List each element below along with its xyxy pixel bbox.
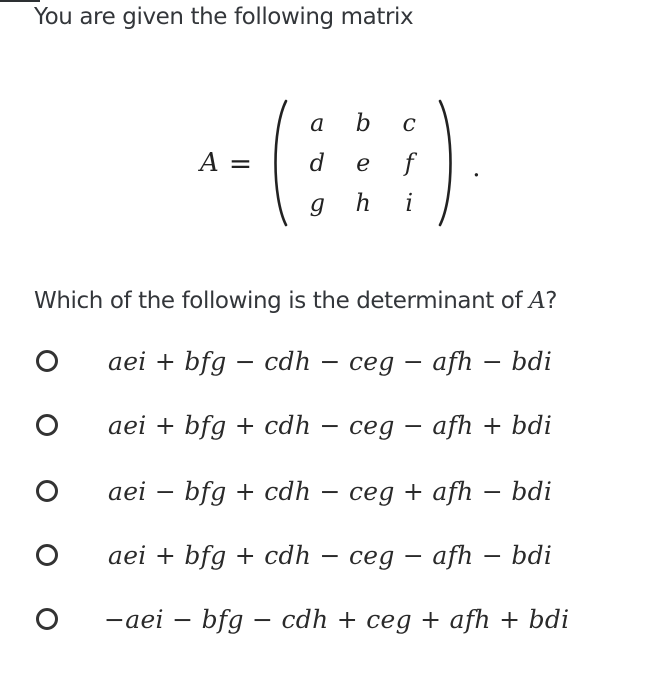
question-text-after: ? [545, 288, 558, 314]
radio-button-icon[interactable] [36, 544, 58, 566]
answer-expression: aei + bfg + cdh − ceg − afh − bdi [108, 540, 553, 570]
matrix-cell: d [309, 149, 325, 177]
answer-option-2[interactable]: aei + bfg + cdh − ceg − afh + bdi [36, 400, 552, 450]
answer-expression: −aei − bfg − cdh + ceg + afh + bdi [104, 604, 570, 634]
matrix-cell: f [404, 149, 414, 177]
matrix-cell: i [405, 189, 414, 217]
left-parenthesis-icon [274, 99, 288, 227]
equals-sign: = [228, 146, 253, 180]
answer-option-5[interactable]: −aei − bfg − cdh + ceg + afh + bdi [36, 594, 569, 644]
radio-button-icon[interactable] [36, 480, 58, 502]
answer-option-4[interactable]: aei + bfg + cdh − ceg − afh − bdi [36, 530, 552, 580]
matrix-cell: g [309, 189, 325, 217]
matrix-equation: A = a b c d e f g h i . [200, 96, 481, 230]
matrix-cell: h [355, 189, 371, 217]
answer-expression: aei − bfg + cdh − ceg + afh − bdi [108, 476, 553, 506]
matrix-cell: b [355, 109, 371, 137]
question-variable: A [529, 288, 546, 314]
matrix-grid: a b c d e f g h i [294, 103, 432, 223]
top-divider [0, 0, 40, 2]
answer-option-1[interactable]: aei + bfg − cdh − ceg − afh − bdi [36, 336, 552, 386]
radio-button-icon[interactable] [36, 350, 58, 372]
matrix-cell: e [356, 149, 371, 177]
radio-button-icon[interactable] [36, 414, 58, 436]
radio-button-icon[interactable] [36, 608, 58, 630]
matrix-cell: c [402, 109, 416, 137]
question-text-before: Which of the following is the determinan… [34, 288, 530, 314]
right-parenthesis-icon [438, 99, 453, 227]
matrix-period: . [472, 153, 481, 183]
matrix-name: A [200, 148, 219, 178]
matrix-cell: a [310, 109, 325, 137]
answer-expression: aei + bfg + cdh − ceg − afh + bdi [108, 410, 553, 440]
question-text: Which of the following is the determinan… [34, 288, 557, 314]
answer-option-3[interactable]: aei − bfg + cdh − ceg + afh − bdi [36, 466, 552, 516]
question-prompt: You are given the following matrix [34, 4, 414, 30]
answer-expression: aei + bfg − cdh − ceg − afh − bdi [108, 346, 553, 376]
